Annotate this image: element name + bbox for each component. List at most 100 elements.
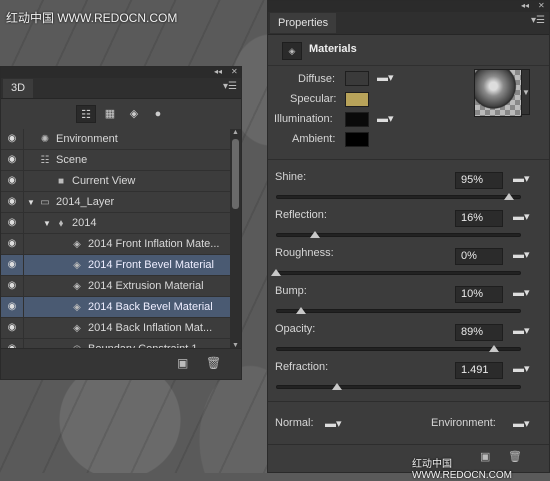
normal-texture-folder-icon[interactable]: ▬▾ bbox=[325, 417, 342, 430]
slider-track[interactable] bbox=[276, 271, 521, 275]
collapse-panel-icon[interactable]: ◂◂ bbox=[521, 1, 529, 10]
tab-3d[interactable]: 3D bbox=[3, 79, 34, 98]
slider-value-input[interactable]: 89% bbox=[455, 324, 503, 341]
mesh-filter-icon[interactable]: ▦ bbox=[100, 105, 120, 123]
layer-row[interactable]: ◉ ◈ 2014 Front Bevel Material bbox=[1, 255, 231, 276]
slider-value-input[interactable]: 95% bbox=[455, 172, 503, 189]
visibility-eye-icon[interactable]: ◉ bbox=[1, 192, 24, 212]
texture-folder-icon[interactable]: ▬▾ bbox=[513, 248, 530, 261]
material-icon: ◈ bbox=[73, 302, 81, 313]
expand-toggle-icon[interactable]: ▼ bbox=[27, 193, 37, 213]
layer-row[interactable]: ◉ ▼ ⬧ 2014 bbox=[1, 213, 231, 234]
ambient-color-swatch[interactable] bbox=[345, 132, 369, 147]
slider-track[interactable] bbox=[276, 385, 521, 389]
layer-row-content: ▼ ▭ 2014_Layer bbox=[27, 192, 114, 212]
tab-properties[interactable]: Properties bbox=[270, 13, 337, 33]
scene-icon: ☷ bbox=[40, 155, 50, 166]
collapse-panel-icon[interactable]: ◂◂ bbox=[214, 67, 222, 76]
divider bbox=[268, 444, 549, 445]
panel-3d-titlebar: ◂◂ ✕ bbox=[1, 67, 241, 78]
layer-row[interactable]: ◉ ◈ 2014 Front Inflation Mate... bbox=[1, 234, 231, 255]
illumination-color-swatch[interactable] bbox=[345, 112, 369, 127]
slider-thumb[interactable] bbox=[295, 307, 306, 314]
layer-row-content: ◈ 2014 Front Bevel Material bbox=[59, 255, 214, 275]
slider-value-input[interactable]: 0% bbox=[455, 248, 503, 265]
layer-row-content: ▼ ⬧ 2014 bbox=[43, 213, 96, 233]
illumination-label: Illumination: bbox=[274, 113, 333, 125]
slider-value-input[interactable]: 10% bbox=[455, 286, 503, 303]
slider-value-input[interactable]: 1.491 bbox=[455, 362, 503, 379]
visibility-eye-icon[interactable]: ◉ bbox=[1, 213, 24, 233]
slider-thumb[interactable] bbox=[271, 269, 281, 276]
slider-thumb[interactable] bbox=[310, 231, 321, 238]
layer-label: Scene bbox=[56, 154, 88, 166]
layer-label: 2014 Back Bevel Material bbox=[88, 301, 213, 313]
visibility-eye-icon[interactable]: ◉ bbox=[1, 150, 24, 170]
visibility-eye-icon[interactable]: ◉ bbox=[1, 318, 24, 338]
scroll-thumb[interactable] bbox=[232, 139, 239, 209]
trash-icon[interactable]: 🗑 bbox=[206, 356, 221, 370]
texture-folder-icon[interactable]: ▬▾ bbox=[513, 324, 530, 337]
slider-track[interactable] bbox=[276, 195, 521, 199]
normal-label: Normal: bbox=[275, 417, 314, 429]
layer-row[interactable]: ◉ ■ Current View bbox=[1, 171, 231, 192]
visibility-eye-icon[interactable]: ◉ bbox=[1, 234, 24, 254]
illumination-texture-folder-icon[interactable]: ▬▾ bbox=[377, 112, 394, 125]
material-icon: ◈ bbox=[73, 323, 81, 334]
slider-label: Refraction: bbox=[275, 361, 329, 373]
texture-folder-icon[interactable]: ▬▾ bbox=[513, 210, 530, 223]
close-panel-icon[interactable]: ✕ bbox=[538, 1, 545, 10]
specular-label: Specular: bbox=[290, 93, 337, 105]
panel-menu-icon[interactable]: ▾☰ bbox=[223, 81, 237, 92]
layer-row-content: ✺ Environment bbox=[27, 129, 118, 149]
add-new-object-icon[interactable]: ▣ bbox=[177, 356, 188, 370]
3d-layer-list: ◉ ✺ Environment ◉ ☷ Scene ◉ ■ Current View ◉ ▼ ▭ 201… bbox=[1, 129, 231, 349]
slider-thumb[interactable] bbox=[503, 193, 514, 200]
visibility-eye-icon[interactable]: ◉ bbox=[1, 255, 24, 275]
layer-row[interactable]: ◉ ◈ 2014 Extrusion Material bbox=[1, 276, 231, 297]
specular-color-swatch[interactable] bbox=[345, 92, 369, 107]
slider-thumb[interactable] bbox=[332, 383, 343, 390]
panel-menu-icon[interactable]: ▾☰ bbox=[531, 15, 545, 26]
layer-label: 2014 Back Inflation Mat... bbox=[88, 322, 213, 334]
materials-header: ◈ Materials bbox=[268, 35, 549, 66]
expand-toggle-icon[interactable]: ▼ bbox=[43, 214, 53, 234]
slider-label: Reflection: bbox=[275, 209, 327, 221]
layer-row-content: ■ Current View bbox=[43, 171, 135, 191]
layer-row[interactable]: ◉ ✺ Environment bbox=[1, 129, 231, 150]
slider-track[interactable] bbox=[276, 347, 521, 351]
filter-toolbar: ☷ ▦ ◈ ● bbox=[1, 99, 241, 130]
layer-label: 2014 bbox=[72, 217, 97, 229]
divider bbox=[268, 159, 549, 160]
layer-label: 2014_Layer bbox=[56, 196, 115, 208]
divider bbox=[268, 401, 549, 402]
material-preview-sphere[interactable] bbox=[474, 69, 522, 117]
environment-texture-folder-icon[interactable]: ▬▾ bbox=[513, 417, 530, 430]
visibility-eye-icon[interactable]: ◉ bbox=[1, 297, 24, 317]
texture-folder-icon[interactable]: ▬▾ bbox=[513, 286, 530, 299]
environment-icon: ✺ bbox=[40, 134, 50, 145]
materials-icon: ◈ bbox=[282, 42, 302, 60]
visibility-eye-icon[interactable]: ◉ bbox=[1, 129, 24, 149]
slider-thumb[interactable] bbox=[489, 345, 500, 352]
layer-list-scrollbar[interactable]: ▲ ▼ bbox=[230, 129, 241, 349]
layer-label: 2014 Front Bevel Material bbox=[88, 259, 214, 271]
visibility-eye-icon[interactable]: ◉ bbox=[1, 276, 24, 296]
slider-track[interactable] bbox=[276, 309, 521, 313]
scroll-up-icon[interactable]: ▲ bbox=[231, 129, 240, 136]
material-filter-icon[interactable]: ◈ bbox=[124, 105, 144, 123]
texture-folder-icon[interactable]: ▬▾ bbox=[513, 362, 530, 375]
texture-folder-icon[interactable]: ▬▾ bbox=[513, 172, 530, 185]
material-picker-dropdown-icon[interactable]: ▼ bbox=[521, 69, 530, 115]
light-filter-icon[interactable]: ● bbox=[148, 105, 168, 123]
layer-row[interactable]: ◉ ▼ ▭ 2014_Layer bbox=[1, 192, 231, 213]
diffuse-texture-folder-icon[interactable]: ▬▾ bbox=[377, 71, 394, 84]
diffuse-color-swatch[interactable] bbox=[345, 71, 369, 86]
layer-row[interactable]: ◉ ◈ 2014 Back Inflation Mat... bbox=[1, 318, 231, 339]
layer-row[interactable]: ◉ ◈ 2014 Back Bevel Material bbox=[1, 297, 231, 318]
visibility-eye-icon[interactable]: ◉ bbox=[1, 171, 24, 191]
close-panel-icon[interactable]: ✕ bbox=[231, 67, 238, 76]
layer-row[interactable]: ◉ ☷ Scene bbox=[1, 150, 231, 171]
scene-filter-icon[interactable]: ☷ bbox=[76, 105, 96, 123]
slider-value-input[interactable]: 16% bbox=[455, 210, 503, 227]
